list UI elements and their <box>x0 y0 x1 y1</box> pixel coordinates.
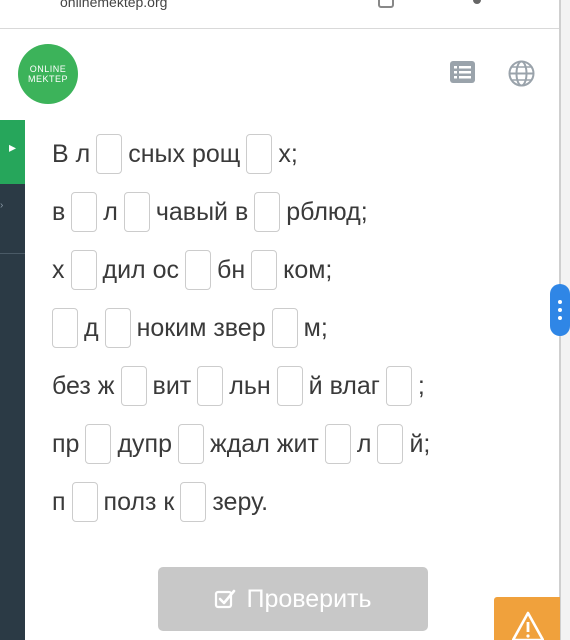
letter-input-box[interactable] <box>385 366 412 406</box>
text-fragment: й; <box>409 429 431 458</box>
check-button[interactable]: Проверить <box>158 567 428 631</box>
letter-input-box[interactable] <box>120 366 147 406</box>
text-fragment: л <box>103 197 118 226</box>
text-fragment: х; <box>278 139 298 168</box>
letter-input-box[interactable] <box>251 250 278 290</box>
sidebar-chevron-icon[interactable]: › <box>0 200 4 214</box>
scroll-handle[interactable] <box>550 284 570 336</box>
sidebar <box>0 120 25 640</box>
letter-input-box[interactable] <box>377 424 404 464</box>
text-fragment: й влаг <box>308 371 380 400</box>
text-fragment: пр <box>52 429 80 458</box>
letter-input-box[interactable] <box>123 192 150 232</box>
letter-input-box[interactable] <box>52 308 78 348</box>
text-fragment: л <box>356 429 372 458</box>
text-fragment: ком; <box>283 255 333 284</box>
sidebar-divider <box>0 253 25 254</box>
tab-icon[interactable] <box>378 0 394 8</box>
text-fragment: ; <box>417 371 425 400</box>
text-fragment: без ж <box>52 371 115 400</box>
text-fragment: бн <box>217 255 246 284</box>
exercise-line-3: х дил ос бн ком; <box>52 246 332 294</box>
text-fragment: зеру. <box>212 487 269 516</box>
browser-bar: onlinemektep.org <box>0 0 560 29</box>
text-fragment: льн <box>229 371 271 400</box>
exercise-line-4: д ноким звер м; <box>52 304 328 352</box>
letter-input-box[interactable] <box>71 192 98 232</box>
text-fragment: х <box>52 255 65 284</box>
text-fragment: дупр <box>117 429 172 458</box>
letter-input-box[interactable] <box>71 482 98 522</box>
play-icon: ▸ <box>8 139 17 155</box>
text-fragment: п <box>52 487 66 516</box>
letter-input-box[interactable] <box>271 308 298 348</box>
url-text[interactable]: onlinemektep.org <box>60 0 167 10</box>
exercise-line-7: п полз к зеру. <box>52 478 268 526</box>
check-button-label: Проверить <box>246 584 372 613</box>
warning-icon <box>512 611 544 640</box>
online-mektep-logo[interactable]: ONLINE MEKTEP <box>18 44 78 104</box>
sidebar-active-item[interactable]: ▸ <box>0 120 25 184</box>
letter-input-box[interactable] <box>254 192 281 232</box>
text-fragment: полз к <box>103 487 175 516</box>
checkbox-icon <box>215 589 236 609</box>
letter-input-box[interactable] <box>96 134 123 174</box>
text-fragment: чавый в <box>155 197 249 226</box>
text-fragment: сных рощ <box>128 139 241 168</box>
letter-input-box[interactable] <box>104 308 131 348</box>
letter-input-box[interactable] <box>70 250 97 290</box>
letter-input-box[interactable] <box>276 366 303 406</box>
text-fragment: вит <box>152 371 192 400</box>
letter-input-box[interactable] <box>185 250 211 290</box>
logo-line2: MEKTEP <box>27 74 68 84</box>
menu-dot-icon[interactable] <box>473 0 481 4</box>
letter-input-box[interactable] <box>324 424 351 464</box>
letter-input-box[interactable] <box>85 424 112 464</box>
list-icon[interactable] <box>450 61 475 83</box>
letter-input-box[interactable] <box>246 134 273 174</box>
letter-input-box[interactable] <box>197 366 224 406</box>
letter-input-box[interactable] <box>180 482 207 522</box>
text-fragment: ноким звер <box>136 313 266 342</box>
text-fragment: дил ос <box>102 255 180 284</box>
text-fragment: в <box>52 197 66 226</box>
text-fragment: рблюд; <box>286 197 368 226</box>
globe-icon[interactable] <box>508 60 535 87</box>
logo-line1: ONLINE <box>29 64 67 74</box>
text-fragment: ждал жит <box>209 429 319 458</box>
exercise-line-2: в л чавый в рблюд; <box>52 188 368 236</box>
text-fragment: м; <box>303 313 328 342</box>
text-fragment: В л <box>52 139 91 168</box>
warning-widget[interactable] <box>494 597 560 640</box>
exercise-line-1: В л сных рощ х; <box>52 130 298 178</box>
exercise-line-6: пр дупр ждал жит л й; <box>52 420 430 468</box>
exercise-line-5: без ж вит льн й влаг ; <box>52 362 425 410</box>
letter-input-box[interactable] <box>177 424 204 464</box>
text-fragment: д <box>84 313 99 342</box>
